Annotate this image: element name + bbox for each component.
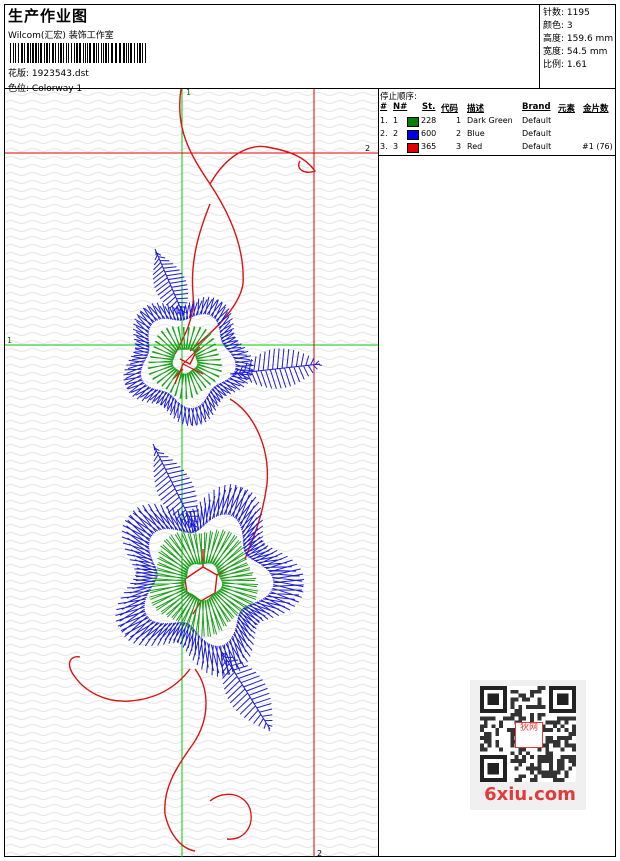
col-code: 代码 xyxy=(441,104,459,114)
color-swatch xyxy=(407,130,419,140)
col-element: 元素 xyxy=(558,104,576,114)
col-n: N# xyxy=(393,102,408,112)
col-desc: 描述 xyxy=(467,104,485,114)
table-row[interactable]: 2. 2 600 2 Blue Default xyxy=(379,129,616,142)
guide-label-v2: 2 xyxy=(317,849,322,857)
fabric-texture xyxy=(5,89,378,857)
page-title: 生产作业图 xyxy=(8,7,89,25)
stat-stitches: 针数: 1195 xyxy=(543,8,590,18)
watermark-text[interactable]: 6xiu.com xyxy=(474,784,586,805)
design-label: 花版: xyxy=(8,69,30,79)
stat-scale: 比例: 1.61 xyxy=(543,60,587,70)
watermark-badge: 狄网 xyxy=(515,722,543,748)
embroidery-canvas: 1 2 1 2 xyxy=(5,88,378,858)
color-swatch xyxy=(407,117,419,127)
col-num: # xyxy=(380,102,388,112)
guide-label-v1: 1 xyxy=(186,89,191,97)
company-name: Wilcom(汇宏) 装饰工作室 xyxy=(8,31,114,41)
col-brand: Brand xyxy=(522,102,551,112)
table-row[interactable]: 1. 1 228 1 Dark Green Default xyxy=(379,116,616,129)
header-info: 生产作业图 Wilcom(汇宏) 装饰工作室 花版: 1923543.dst 色… xyxy=(5,5,539,94)
guide-label-h1: 1 xyxy=(7,336,12,345)
design-preview: 1 2 1 2 xyxy=(5,88,378,858)
stop-sequence-title: 停止顺序: xyxy=(380,92,417,102)
design-value: 1923543.dst xyxy=(31,69,89,79)
stat-colors: 颜色: 3 xyxy=(543,21,573,31)
barcode xyxy=(10,43,146,63)
table-divider xyxy=(379,155,616,156)
table-row[interactable]: 3. 3 365 3 Red Default #1 (76) xyxy=(379,142,616,155)
col-sequin: 金片数 xyxy=(583,104,609,114)
watermark: 狄网 6xiu.com xyxy=(470,680,586,810)
color-swatch xyxy=(407,143,419,153)
col-st: St. xyxy=(422,102,436,112)
stat-height: 高度: 159.6 mm xyxy=(543,34,614,44)
guide-label-h2: 2 xyxy=(365,144,370,153)
design-stats: 针数: 1195 颜色: 3 高度: 159.6 mm 宽度: 54.5 mm … xyxy=(539,5,617,88)
design-file: 花版: 1923543.dst xyxy=(8,66,89,79)
stat-width: 宽度: 54.5 mm xyxy=(543,47,608,57)
